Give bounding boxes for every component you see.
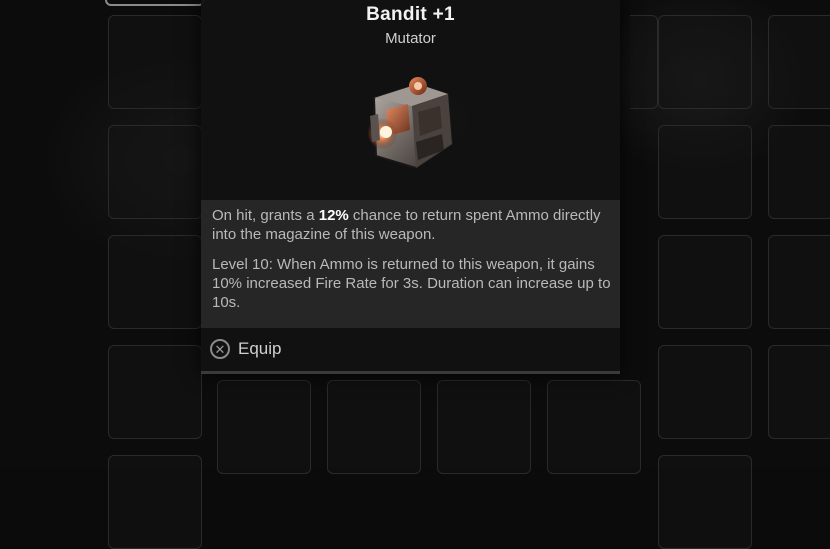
item-type: Mutator — [385, 30, 436, 47]
inventory-slot[interactable] — [108, 345, 202, 439]
equip-label: Equip — [238, 339, 282, 358]
inventory-slot[interactable] — [768, 345, 830, 439]
inventory-slot[interactable] — [658, 455, 752, 549]
inventory-slot[interactable] — [768, 15, 830, 109]
inventory-slot[interactable] — [658, 345, 752, 439]
inventory-slot[interactable] — [547, 380, 641, 474]
inventory-slot[interactable] — [768, 125, 830, 219]
cross-button-icon: ✕ — [210, 339, 230, 359]
inventory-slot[interactable] — [658, 235, 752, 329]
inventory-slot[interactable] — [108, 455, 202, 549]
inventory-slot[interactable] — [327, 380, 421, 474]
inventory-slot[interactable] — [108, 235, 202, 329]
inventory-slot[interactable] — [768, 235, 830, 329]
inventory-slot[interactable] — [437, 380, 531, 474]
tooltip-bottom-border — [201, 371, 620, 374]
item-description: On hit, grants a 12% chance to return sp… — [212, 206, 612, 312]
equip-action[interactable]: ✕ Equip — [210, 337, 281, 361]
inventory-slot[interactable] — [108, 125, 202, 219]
mutator-item-icon — [356, 70, 466, 180]
selected-tab-frame[interactable] — [105, 0, 205, 6]
inventory-slot[interactable] — [108, 15, 202, 109]
chance-highlight: 12% — [318, 207, 349, 224]
description-level: Level 10: When Ammo is returned to this … — [212, 256, 611, 311]
item-tooltip: Bandit +1 Mutator On hit, grants a 12% c… — [201, 0, 620, 374]
item-description-box: On hit, grants a 12% chance to return sp… — [201, 200, 620, 328]
inventory-slot[interactable] — [630, 15, 658, 109]
inventory-slot[interactable] — [658, 15, 752, 109]
inventory-slot[interactable] — [217, 380, 311, 474]
description-main: On hit, grants a 12% chance to return sp… — [212, 207, 601, 243]
inventory-slot[interactable] — [658, 125, 752, 219]
item-name: Bandit +1 — [366, 4, 455, 25]
